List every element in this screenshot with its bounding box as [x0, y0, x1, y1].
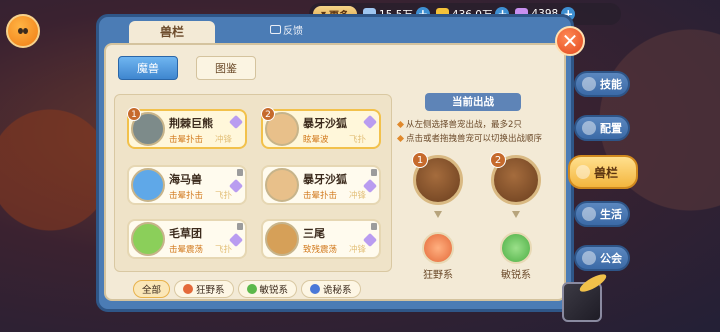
- side-tab-config[interactable]: 配置: [574, 115, 630, 141]
- pet-name: 荆棘巨熊: [169, 117, 213, 130]
- side-tab-label: 技能: [600, 78, 622, 91]
- filter-all[interactable]: 全部: [133, 280, 171, 298]
- lock-icon: [371, 223, 377, 230]
- pet-card[interactable]: 暴牙沙狐 击晕扑击 冲锋: [261, 165, 381, 205]
- skill-icon: [582, 77, 596, 91]
- pet-name: 暴牙沙狐: [303, 117, 347, 130]
- bolt-icon: [500, 232, 532, 264]
- feedback-button[interactable]: 反馈: [270, 22, 303, 37]
- slot-number: 1: [412, 152, 428, 168]
- filter-wild[interactable]: 狂野系: [174, 280, 234, 298]
- pet-skill-secondary: 冲锋: [215, 135, 233, 145]
- side-tab-label: 公会: [600, 252, 622, 265]
- filter-label: 狂野系: [196, 285, 225, 296]
- pet-skill: 击晕扑击: [303, 191, 338, 201]
- battle-slot-2[interactable]: 2: [490, 152, 541, 205]
- pet-card[interactable]: 海马兽 击晕扑击 飞扑: [127, 165, 247, 205]
- filter-label: 敏锐系: [259, 285, 289, 296]
- side-tab-pets[interactable]: 兽栏: [568, 155, 638, 189]
- sprout-portrait-icon: [131, 222, 165, 256]
- filter-label: 全部: [142, 285, 162, 296]
- pet-skill-secondary: 冲锋: [349, 245, 367, 255]
- filter-agile[interactable]: 敏锐系: [237, 280, 298, 298]
- pet-skill: 击晕震荡: [169, 245, 204, 255]
- side-tab-life[interactable]: 生活: [574, 201, 630, 227]
- feedback-label: 反馈: [283, 26, 303, 37]
- pet-name: 毛草团: [169, 227, 202, 240]
- pet-card[interactable]: 1 荆棘巨熊 击晕扑击 冲锋: [127, 107, 247, 149]
- current-battle-title: 当前出战: [425, 93, 521, 111]
- trait-label: 狂野系: [423, 270, 453, 281]
- slot-number: 2: [490, 152, 506, 168]
- bolt-icon: [246, 284, 257, 294]
- game-logo-icon[interactable]: [6, 14, 40, 48]
- tab-pets[interactable]: 魔兽: [118, 56, 178, 80]
- lock-icon: [237, 169, 243, 176]
- gear-icon: [582, 121, 596, 135]
- pet-skill-secondary: 飞扑: [215, 245, 233, 255]
- pet-skill: 眩晕波: [303, 135, 329, 145]
- pet-list[interactable]: 1 荆棘巨熊 击晕扑击 冲锋 2 暴牙沙狐 眩晕波 飞扑 海马兽 击晕扑击 飞扑…: [114, 94, 392, 272]
- guild-icon: [582, 251, 596, 265]
- close-icon: ✕: [561, 29, 579, 53]
- close-button[interactable]: ✕: [555, 26, 585, 56]
- pet-card[interactable]: 2 暴牙沙狐 眩晕波 飞扑: [261, 107, 381, 149]
- pet-name: 暴牙沙狐: [303, 173, 347, 186]
- hint-text: 点击或者拖拽兽宠可以切换出战顺序: [406, 134, 543, 144]
- order-badge: 1: [127, 107, 141, 121]
- filter-bar: 全部 狂野系 敏锐系 诡秘系: [133, 280, 361, 300]
- fire-icon: [422, 232, 454, 264]
- pet-name: 海马兽: [169, 173, 202, 186]
- lock-icon: [237, 223, 243, 230]
- pet-skill-secondary: 飞扑: [349, 135, 367, 145]
- arrow-down-icon: [434, 211, 442, 218]
- hint-line: 从左侧选择兽宠出战，最多2只: [396, 118, 522, 130]
- arcane-icon: [310, 284, 321, 294]
- filter-arcane[interactable]: 诡秘系: [301, 280, 361, 298]
- side-tab-guild[interactable]: 公会: [574, 245, 630, 271]
- sparkle-icon: [362, 114, 378, 130]
- three-tail-portrait-icon: [265, 222, 299, 256]
- pet-card[interactable]: 三尾 致残震荡 冲锋: [261, 219, 381, 259]
- tab-codex[interactable]: 图鉴: [196, 56, 256, 80]
- arrow-down-icon: [512, 211, 520, 218]
- pet-card[interactable]: 毛草团 击晕震荡 飞扑: [127, 219, 247, 259]
- pet-skill: 击晕扑击: [169, 191, 204, 201]
- fire-icon: [183, 284, 194, 294]
- hint-text: 从左侧选择兽宠出战，最多2只: [406, 120, 522, 130]
- fox-portrait-icon: [265, 168, 299, 202]
- panel-title: 兽栏: [129, 21, 215, 43]
- side-tab-label: 配置: [600, 122, 622, 135]
- bullet-icon: [396, 134, 405, 142]
- chat-icon: [270, 25, 281, 34]
- hint-line: 点击或者拖拽兽宠可以切换出战顺序: [396, 132, 543, 144]
- seahorse-portrait-icon: [131, 168, 165, 202]
- pet-skill: 击晕扑击: [169, 135, 204, 145]
- sparkle-icon: [228, 114, 244, 130]
- lock-icon: [371, 169, 377, 176]
- side-tab-skills[interactable]: 技能: [574, 71, 630, 97]
- bullet-icon: [396, 120, 405, 128]
- pet-name: 三尾: [303, 227, 325, 240]
- pet-skill-secondary: 冲锋: [349, 191, 367, 201]
- filter-label: 诡秘系: [323, 285, 352, 296]
- pet-skill-secondary: 飞扑: [215, 191, 233, 201]
- home-icon: [582, 207, 596, 221]
- battle-slot-1[interactable]: 1: [412, 152, 463, 205]
- gear-icon: [576, 165, 590, 179]
- quill-icon[interactable]: [562, 282, 602, 322]
- order-badge: 2: [261, 107, 275, 121]
- side-tab-label: 兽栏: [594, 165, 619, 180]
- side-tab-label: 生活: [600, 208, 622, 221]
- trait-label: 敏锐系: [501, 270, 531, 281]
- pet-skill: 致残震荡: [303, 245, 338, 255]
